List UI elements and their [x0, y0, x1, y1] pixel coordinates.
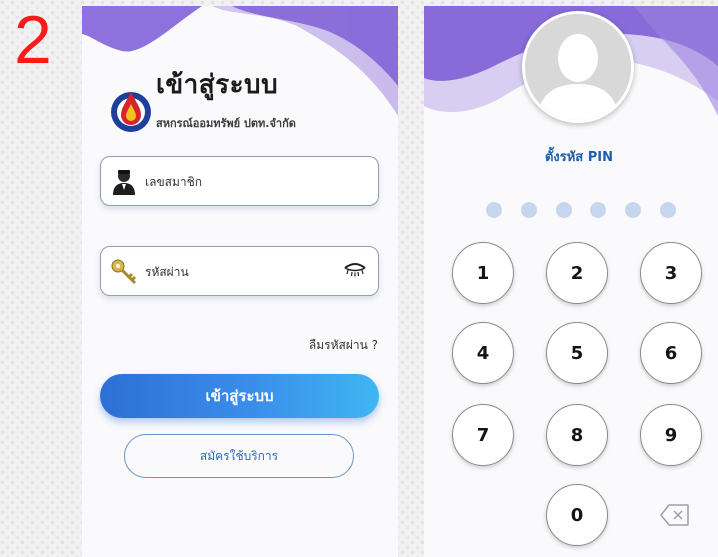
keypad-key-0[interactable]: 0 — [546, 484, 608, 546]
login-subtitle: สหกรณ์ออมทรัพย์ ปตท.จำกัด — [156, 117, 296, 130]
pin-dot — [625, 202, 642, 218]
forgot-password-link[interactable]: ลืมรหัสผ่าน ? — [309, 336, 378, 355]
pin-title: ตั้งรหัส PIN — [544, 150, 614, 165]
member-icon — [113, 170, 135, 195]
keypad-key-4[interactable]: 4 — [452, 322, 514, 384]
keypad-key-3[interactable]: 3 — [640, 242, 702, 304]
user-avatar-icon — [525, 14, 631, 120]
keypad-key-1[interactable]: 1 — [452, 242, 514, 304]
keypad-key-9[interactable]: 9 — [640, 404, 702, 466]
pin-setup-screen: ตั้งรหัส PIN 1 2 3 4 5 6 7 8 9 0 — [424, 6, 718, 557]
pin-dot — [520, 202, 537, 218]
eye-icon[interactable] — [344, 261, 366, 279]
key-icon — [111, 259, 137, 285]
login-screen: เข้าสู่ระบบ สหกรณ์ออมทรัพย์ ปตท.จำกัด เล… — [82, 6, 398, 557]
pin-dot — [486, 202, 502, 218]
pin-dot — [555, 202, 572, 218]
step-number: 2 — [14, 2, 52, 78]
keypad-key-2[interactable]: 2 — [546, 242, 608, 304]
user-avatar[interactable] — [522, 11, 634, 123]
login-button[interactable]: เข้าสู่ระบบ — [100, 374, 379, 418]
logo-icon — [111, 92, 151, 132]
pin-dot — [659, 202, 676, 218]
login-title: เข้าสู่ระบบ — [156, 70, 279, 100]
keypad-key-8[interactable]: 8 — [546, 404, 608, 466]
backspace-icon[interactable] — [660, 504, 690, 526]
member-number-field[interactable]: เลขสมาชิก — [100, 156, 379, 206]
register-button[interactable]: สมัครใช้บริการ — [124, 434, 354, 478]
pin-dot — [590, 202, 607, 218]
keypad-key-7[interactable]: 7 — [452, 404, 514, 466]
keypad-key-5[interactable]: 5 — [546, 322, 608, 384]
pin-indicator — [486, 202, 676, 222]
password-field[interactable]: รหัสผ่าน — [100, 246, 379, 296]
keypad-key-6[interactable]: 6 — [640, 322, 702, 384]
password-field-label: รหัสผ่าน — [145, 265, 189, 279]
member-field-label: เลขสมาชิก — [145, 175, 203, 189]
